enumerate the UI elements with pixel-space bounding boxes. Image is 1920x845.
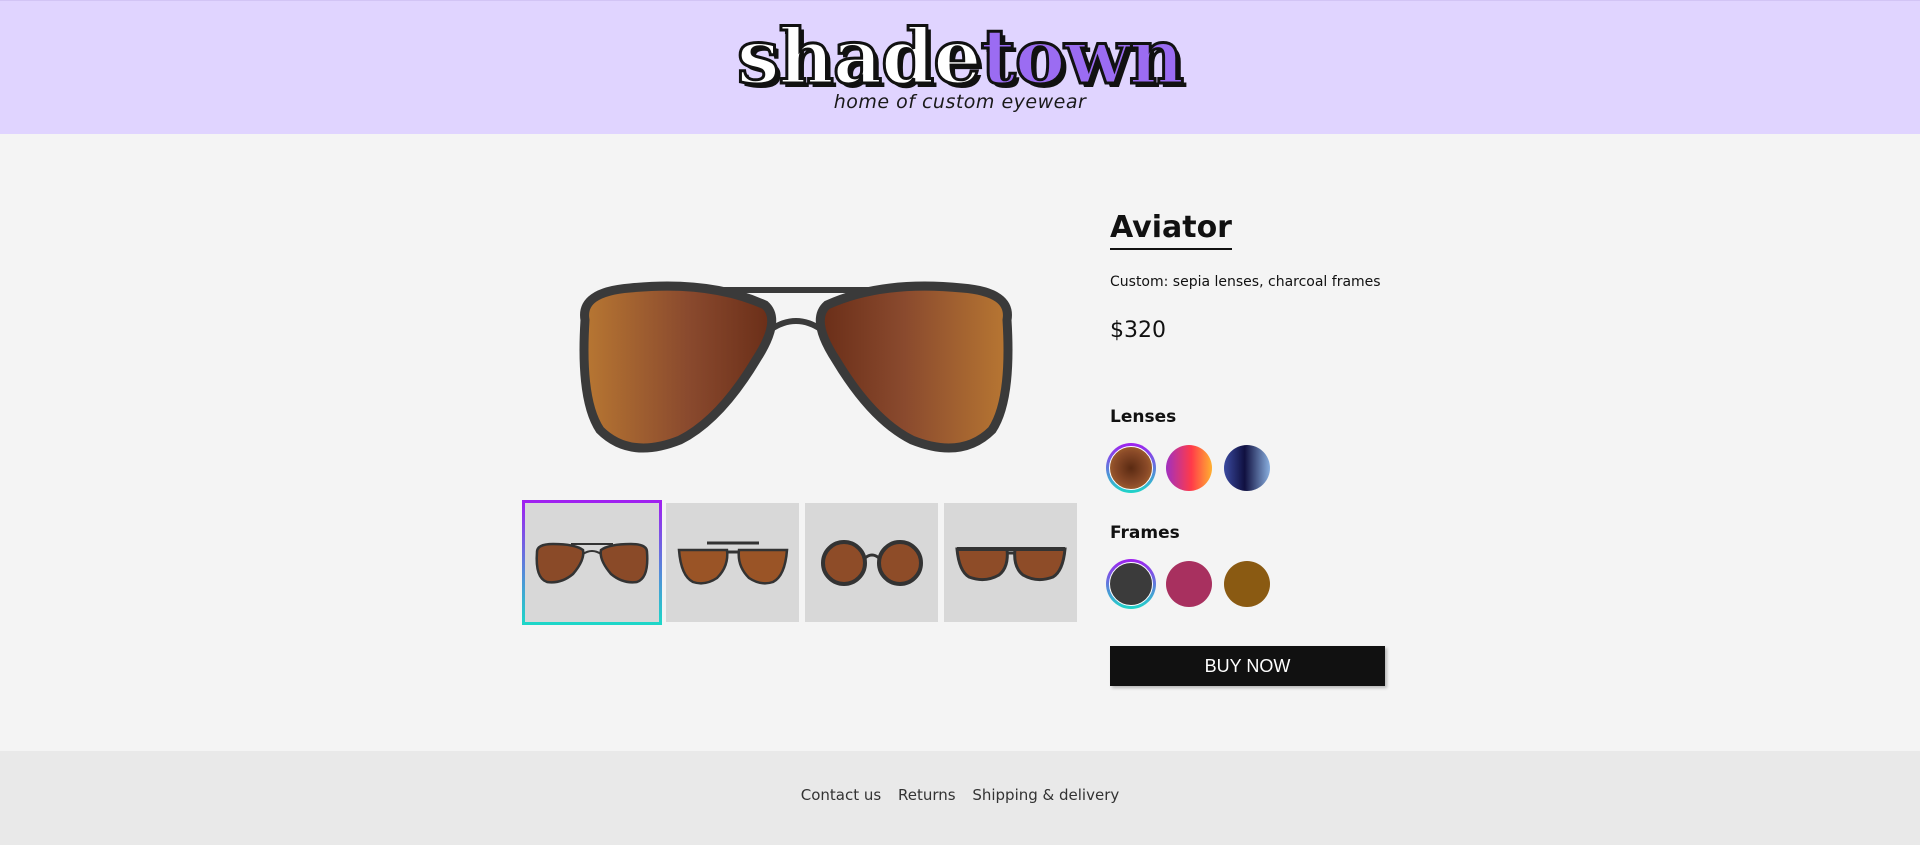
clubmaster-sunglasses-icon	[677, 541, 788, 585]
thumbnail-strip	[522, 500, 1080, 626]
site-header: shadetown home of custom eyewear	[0, 0, 1920, 134]
logo-part-town: town	[979, 12, 1185, 101]
site-footer: Contact us Returns Shipping & delivery	[0, 751, 1920, 845]
buy-now-button[interactable]: BUY NOW	[1110, 646, 1385, 686]
frame-swatch-charcoal[interactable]	[1106, 559, 1156, 609]
footer-links: Contact us Returns Shipping & delivery	[0, 786, 1920, 804]
product-price: $320	[1110, 318, 1166, 343]
frame-swatch-raspberry[interactable]	[1164, 559, 1214, 609]
lens-swatches	[1106, 443, 1272, 493]
aviator-sunglasses-icon	[535, 542, 649, 584]
lens-swatch-midnight[interactable]	[1222, 443, 1272, 493]
lenses-label: Lenses	[1110, 407, 1177, 427]
product-title: Aviator	[1110, 210, 1232, 250]
round-sunglasses-icon	[820, 539, 923, 586]
lens-swatch-sunset[interactable]	[1164, 443, 1214, 493]
footer-link-contact[interactable]: Contact us	[801, 786, 881, 804]
product-description: Custom: sepia lenses, charcoal frames	[1110, 274, 1381, 290]
thumbnail-round[interactable]	[805, 503, 938, 622]
product-main-image	[579, 281, 1013, 453]
thumbnail-clubmaster[interactable]	[666, 503, 799, 622]
tagline: home of custom eyewear	[833, 91, 1087, 113]
lens-swatch-sepia[interactable]	[1106, 443, 1156, 493]
thumbnail-aviator[interactable]	[522, 500, 662, 625]
product-details: Aviator Custom: sepia lenses, charcoal f…	[1106, 210, 1410, 686]
frame-swatch-tortoise[interactable]	[1222, 559, 1272, 609]
wayfarer-sunglasses-icon	[954, 546, 1067, 581]
frames-label: Frames	[1110, 523, 1180, 543]
logo[interactable]: shadetown	[0, 15, 1920, 98]
logo-part-shade: shade	[735, 12, 983, 101]
frame-swatches	[1106, 559, 1272, 609]
thumbnail-wayfarer[interactable]	[944, 503, 1077, 622]
footer-link-shipping[interactable]: Shipping & delivery	[972, 786, 1119, 804]
footer-link-returns[interactable]: Returns	[898, 786, 956, 804]
